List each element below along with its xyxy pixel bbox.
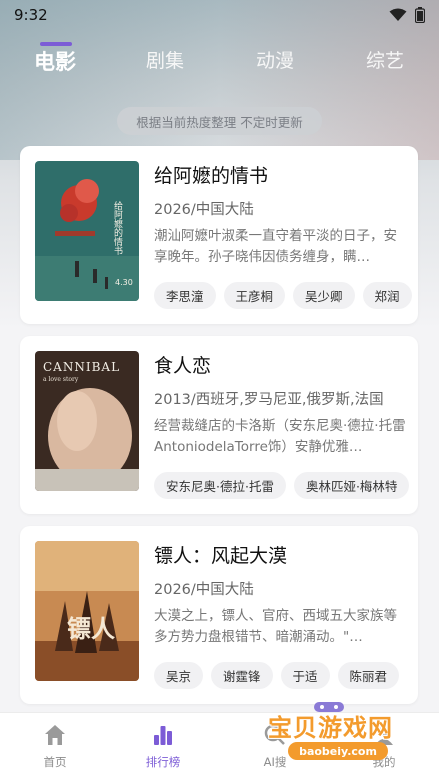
cast-chip[interactable]: 谢霆锋 — [211, 662, 273, 689]
movie-card[interactable]: 给阿嬷的情书 4.30 给阿嬷的情书 2026/中国大陆 潮汕阿嬷叶淑柔一直守着… — [20, 146, 418, 324]
movie-title: 食人恋 — [154, 355, 212, 377]
status-time: 9:32 — [14, 6, 48, 24]
cast-chip[interactable]: 安东尼奥·德拉·托雷 — [154, 472, 286, 499]
wifi-icon — [389, 8, 407, 21]
movie-poster: 镖人 — [35, 541, 139, 681]
tab-movies[interactable]: 电影 — [34, 46, 76, 76]
nav-home-label: 首页 — [43, 755, 67, 769]
cast-chip[interactable]: 吴京 — [154, 662, 204, 689]
cast-chip[interactable]: 于适 — [280, 662, 330, 689]
movie-meta: 2026/中国大陆 — [154, 582, 254, 598]
cast-chips: 李思潼 王彦桐 吴少卿 郑润 — [154, 282, 418, 310]
status-icons — [389, 7, 425, 23]
cast-chip[interactable]: 李思潼 — [154, 282, 216, 309]
category-tabs: 电影 剧集 动漫 综艺 — [0, 40, 439, 90]
movie-poster: CANNIBAL a love story — [35, 351, 139, 491]
movie-description: 潮汕阿嬷叶淑柔一直守着平淡的日子，安享晚年。孙子晓伟因债务缠身，瞒… — [154, 228, 397, 265]
ranking-icon — [154, 726, 172, 745]
movie-description: 经营裁缝店的卡洛斯（安东尼奥·德拉·托雷AntoniodelaTorre饰）安静… — [154, 418, 406, 455]
poster-title-text: 镖人 — [67, 614, 115, 643]
tab-anime[interactable]: 动漫 — [256, 46, 294, 73]
nav-ranking-label: 排行榜 — [145, 755, 181, 769]
movie-meta: 2026/中国大陆 — [154, 202, 254, 218]
movie-card[interactable]: CANNIBAL a love story 食人恋 2013/西班牙,罗马尼亚,… — [20, 336, 418, 514]
cast-chip[interactable]: 郑润 — [362, 282, 412, 309]
watermark-logo: 宝贝游戏网 baobeiy.com — [258, 700, 408, 772]
watermark-url: baobeiy.com — [288, 742, 388, 760]
poster-subtitle-text: a love story — [43, 376, 79, 383]
tab-series[interactable]: 剧集 — [146, 46, 184, 73]
active-tab-indicator — [40, 42, 72, 46]
cast-chip[interactable]: 吴少卿 — [293, 282, 355, 309]
cast-chip[interactable]: 王彦桐 — [223, 282, 286, 309]
cast-chip[interactable]: 奥林匹娅·梅林特 — [293, 472, 410, 499]
poster-title-text: 给阿嬷的情书 — [112, 200, 123, 256]
nav-ranking[interactable]: 排行榜 — [118, 723, 208, 770]
battery-icon — [415, 7, 425, 23]
cast-chips: 吴京 谢霆锋 于适 陈丽君 — [154, 662, 418, 690]
home-icon — [45, 725, 65, 745]
status-bar: 9:32 — [0, 0, 439, 30]
watermark-text: 宝贝游戏网 — [268, 714, 393, 742]
poster-title-text: CANNIBAL — [43, 360, 120, 374]
tab-variety[interactable]: 综艺 — [366, 46, 404, 73]
nav-home[interactable]: 首页 — [10, 723, 100, 770]
update-notice: 根据当前热度整理 不定时更新 — [117, 107, 322, 135]
cast-chip[interactable]: 陈丽君 — [337, 662, 400, 689]
movie-description: 大漠之上，镖人、官府、西域五大家族等多方势力盘根错节、暗潮涌动。"… — [154, 608, 397, 645]
movie-meta: 2013/西班牙,罗马尼亚,俄罗斯,法国 — [154, 392, 384, 408]
movie-card[interactable]: 镖人 镖人：风起大漠 2026/中国大陆 大漠之上，镖人、官府、西域五大家族等多… — [20, 526, 418, 704]
poster-date-text: 4.30 — [115, 278, 133, 287]
movie-title: 给阿嬷的情书 — [154, 165, 269, 187]
cast-chips: 安东尼奥·德拉·托雷 奥林匹娅·梅林特 — [154, 472, 418, 500]
movie-poster: 给阿嬷的情书 4.30 — [35, 161, 139, 301]
movie-title: 镖人：风起大漠 — [154, 545, 288, 567]
